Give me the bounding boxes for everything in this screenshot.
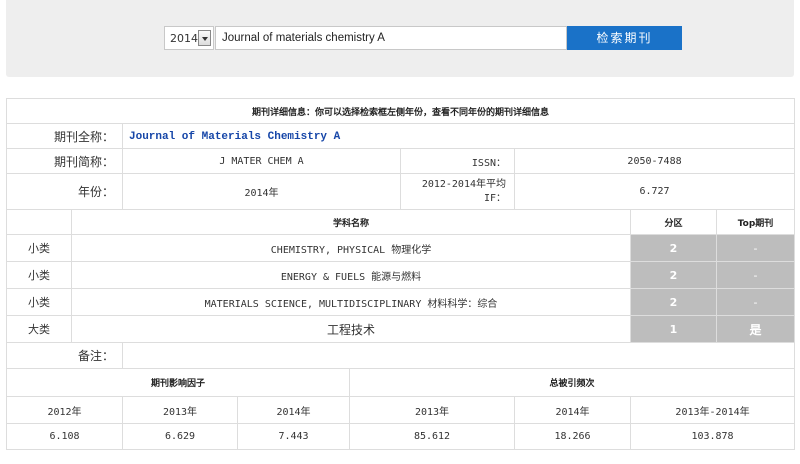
issn-label: ISSN： [400, 148, 515, 174]
year-row: 年份： 2014年 2012-2014年平均IF： 6.727 [6, 173, 796, 210]
remark-value [121, 342, 796, 369]
year-column: 2013年-2014年 [629, 396, 796, 424]
subject-row: 小类 CHEMISTRY, PHYSICAL 物理化学 2 - [6, 234, 796, 262]
remark-row: 备注： [6, 342, 796, 369]
year-select[interactable]: 2014 [164, 26, 214, 50]
remark-label: 备注： [6, 342, 123, 369]
subject-name: MATERIALS SCIENCE, MULTIDISCIPLINARY 材料科… [71, 288, 631, 316]
detail-header: 期刊详细信息：你可以选择检索框左侧年份，查看不同年份的期刊详细信息 [5, 98, 796, 124]
year-column: 2014年 [514, 396, 631, 424]
subject-row: 小类 ENERGY & FUELS 能源与燃料 2 - [6, 261, 796, 289]
search-panel: 2014 Journal of materials chemistry A 检索… [6, 0, 794, 77]
metric-value: 6.108 [6, 423, 123, 450]
abbr-value: J MATER CHEM A [122, 148, 401, 174]
top-header: Top期刊 [715, 209, 796, 235]
zone-header: 分区 [630, 209, 717, 235]
metrics-year-row: 2012年 2013年 2014年 2013年 2014年 2013年-2014… [6, 396, 796, 424]
search-journal-button[interactable]: 检索期刊 [567, 26, 682, 50]
year-column: 2013年 [349, 396, 515, 424]
full-name-row: 期刊全称： Journal of Materials Chemistry A [6, 123, 796, 149]
avg-if-label: 2012-2014年平均IF： [400, 173, 515, 210]
abbr-label: 期刊简称： [6, 148, 123, 174]
subject-category: 小类 [6, 261, 72, 289]
subject-name: 工程技术 [71, 315, 631, 343]
year-column: 2012年 [6, 396, 123, 424]
year-select-value: 2014 [170, 32, 198, 45]
subject-name: CHEMISTRY, PHYSICAL 物理化学 [71, 234, 631, 262]
issn-value: 2050-7488 [513, 148, 796, 174]
metrics-header-row: 期刊影响因子 总被引频次 [6, 368, 796, 397]
top-value: - [715, 288, 796, 316]
year-label: 年份： [6, 173, 123, 210]
detail-header-row: 期刊详细信息：你可以选择检索框左侧年份，查看不同年份的期刊详细信息 [5, 98, 796, 124]
journal-detail-table: 期刊详细信息：你可以选择检索框左侧年份，查看不同年份的期刊详细信息 期刊全称： … [5, 98, 796, 450]
journal-search-input[interactable]: Journal of materials chemistry A [215, 26, 567, 50]
subject-category: 大类 [6, 315, 72, 343]
top-value: 是 [715, 315, 796, 343]
zone-value: 1 [630, 315, 717, 343]
year-value: 2014年 [122, 173, 401, 210]
subject-category: 小类 [6, 234, 72, 262]
full-name-label: 期刊全称： [6, 123, 123, 149]
journal-name-link[interactable]: Journal of Materials Chemistry A [123, 131, 340, 143]
subject-name-header: 学科名称 [71, 209, 631, 235]
subject-name: ENERGY & FUELS 能源与燃料 [71, 261, 631, 289]
abbr-row: 期刊简称： J MATER CHEM A ISSN： 2050-7488 [6, 148, 796, 174]
metric-value: 85.612 [349, 423, 515, 450]
metrics-value-row: 6.108 6.629 7.443 85.612 18.266 103.878 [6, 423, 796, 450]
total-cites-header: 总被引频次 [348, 368, 796, 397]
metric-value: 18.266 [514, 423, 631, 450]
metric-value: 103.878 [629, 423, 796, 450]
top-value: - [715, 234, 796, 262]
subject-row: 大类 工程技术 1 是 [6, 315, 796, 343]
year-column: 2014年 [237, 396, 350, 424]
top-value: - [715, 261, 796, 289]
subject-header-row: 学科名称 分区 Top期刊 [6, 209, 796, 235]
zone-value: 2 [630, 288, 717, 316]
subject-header-blank [6, 209, 72, 235]
metric-value: 7.443 [237, 423, 350, 450]
subject-category: 小类 [6, 288, 72, 316]
zone-value: 2 [630, 261, 717, 289]
full-name-cell: Journal of Materials Chemistry A [121, 123, 796, 149]
subject-row: 小类 MATERIALS SCIENCE, MULTIDISCIPLINARY … [6, 288, 796, 316]
impact-factor-header: 期刊影响因子 [6, 368, 350, 397]
avg-if-value: 6.727 [513, 173, 796, 210]
dropdown-arrow-icon[interactable] [198, 30, 211, 46]
zone-value: 2 [630, 234, 717, 262]
metric-value: 6.629 [122, 423, 238, 450]
year-column: 2013年 [122, 396, 238, 424]
